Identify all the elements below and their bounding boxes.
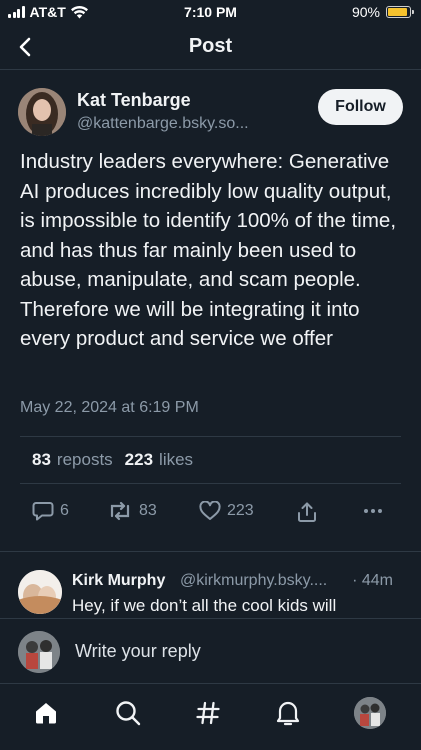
more-icon (364, 509, 382, 513)
reply-text: Hey, if we don’t all the cool kids will (72, 596, 337, 615)
tab-search[interactable] (110, 695, 146, 731)
author-handle[interactable]: @kattenbarge.bsky.so... (77, 115, 249, 133)
post-date: May 22, 2024 at 6:19 PM (20, 399, 199, 416)
nav-header: Post (0, 26, 421, 70)
reply-avatar[interactable] (18, 570, 62, 614)
page-title: Post (188, 35, 233, 57)
divider (20, 436, 401, 437)
reply-author-handle[interactable]: @kirkmurphy.bsky.... (180, 572, 327, 590)
reply-item[interactable]: Kirk Murphy @kirkmurphy.bsky.... · 44m H… (0, 552, 421, 618)
reply-composer[interactable]: Write your reply (0, 618, 421, 684)
tab-feeds[interactable] (190, 695, 226, 731)
hashtag-icon (196, 701, 220, 725)
tab-notifications[interactable] (270, 695, 306, 731)
follow-button[interactable]: Follow (318, 89, 403, 125)
divider (20, 483, 401, 484)
like-count: 223 (227, 502, 254, 519)
likes-count[interactable]: 223 (125, 450, 153, 470)
likes-label[interactable]: likes (159, 450, 193, 470)
reposts-count[interactable]: 83 (32, 450, 51, 470)
battery-fill (388, 8, 407, 16)
more-options-button[interactable] (362, 501, 384, 521)
like-button[interactable]: 223 (199, 501, 254, 521)
post-actions: 6 83 223 (0, 501, 421, 533)
status-bar: AT&T 7:10 PM 90% (0, 0, 421, 26)
heart-icon (199, 501, 221, 520)
repost-icon (110, 501, 130, 521)
reply-input-placeholder[interactable]: Write your reply (75, 641, 201, 662)
battery-percent: 90% (351, 4, 380, 20)
reply-count: 6 (60, 502, 69, 519)
reply-time: · 44m (352, 572, 393, 589)
home-icon (36, 703, 56, 724)
post-text: Industry leaders everywhere: Generative … (20, 150, 397, 350)
comment-icon (32, 502, 54, 521)
tab-profile[interactable] (352, 695, 388, 731)
notifications-icon (276, 701, 300, 726)
post-stats: 83 reposts 223 likes (32, 450, 193, 470)
tab-bar (0, 685, 421, 750)
reposts-label[interactable]: reposts (57, 450, 113, 470)
repost-button[interactable]: 83 (107, 501, 157, 521)
repost-count: 83 (139, 502, 157, 519)
profile-avatar (354, 697, 386, 729)
status-right: 90% (351, 4, 414, 20)
share-icon (298, 502, 316, 522)
share-button[interactable] (296, 501, 318, 523)
author-name[interactable]: Kat Tenbarge (77, 90, 191, 111)
reply-author-name[interactable]: Kirk Murphy (72, 572, 165, 590)
battery-icon (386, 6, 414, 18)
tab-home[interactable] (28, 695, 64, 731)
author-avatar[interactable] (18, 88, 66, 136)
reply-button[interactable]: 6 (32, 501, 69, 521)
search-icon (116, 701, 141, 726)
user-avatar (18, 631, 60, 673)
